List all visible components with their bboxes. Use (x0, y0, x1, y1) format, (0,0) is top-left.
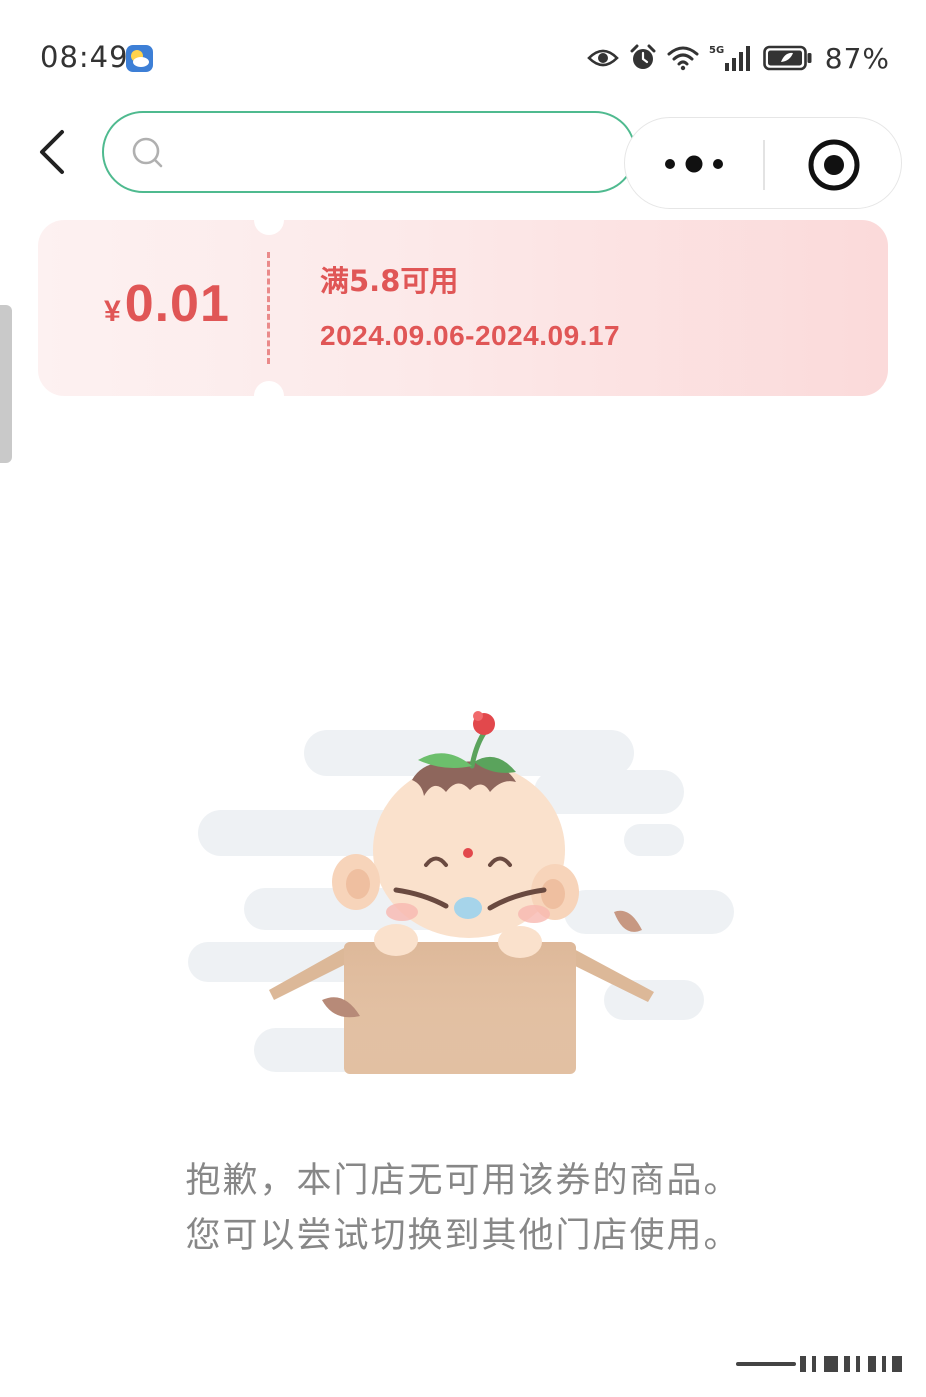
coupon-amount: ¥0.01 (104, 274, 230, 334)
coupon-validity-period: 2024.09.06-2024.09.17 (320, 320, 621, 351)
status-bar: 08:49 5G 87% (0, 0, 926, 110)
cellular-signal-icon: 5G (709, 43, 753, 73)
coupon-divider (267, 252, 270, 364)
capsule-divider (763, 140, 765, 190)
network-type-label: 5G (709, 45, 724, 56)
more-options-button[interactable] (655, 140, 745, 188)
search-input[interactable] (184, 123, 608, 183)
alarm-icon (629, 44, 657, 72)
coupon-value: 0.01 (124, 275, 230, 333)
empty-message-line2: 您可以尝试切换到其他门店使用。 (185, 1216, 741, 1256)
coupon-condition: 满5.8可用 (320, 264, 459, 298)
weather-icon (126, 45, 153, 72)
search-box[interactable] (102, 111, 636, 193)
side-drawer-handle[interactable] (0, 305, 12, 463)
mini-program-capsule (624, 117, 902, 209)
close-mini-program-button[interactable] (805, 136, 863, 194)
coupon-notch-top (254, 220, 284, 235)
target-close-icon (808, 139, 860, 191)
wifi-icon (667, 45, 699, 71)
battery-percentage: 87% (824, 41, 890, 75)
status-indicators: 5G 87% (586, 38, 890, 78)
eye-comfort-icon (586, 47, 619, 69)
chevron-left-icon (40, 130, 64, 174)
home-indicator (736, 1354, 906, 1376)
coupon-card[interactable]: ¥0.01 满5.8可用 2024.09.06-2024.09.17 (38, 220, 888, 396)
more-dots-icon (665, 155, 723, 173)
empty-state-message: 抱歉，本门店无可用该券的商品。 您可以尝试切换到其他门店使用。 (0, 1154, 926, 1264)
coupon-currency: ¥ (104, 295, 121, 328)
empty-message-line1: 抱歉，本门店无可用该券的商品。 (185, 1161, 741, 1201)
baby-in-box-illustration (184, 700, 744, 1090)
status-time: 08:49 (40, 40, 129, 74)
coupon-notch-bottom (254, 381, 284, 396)
battery-icon (762, 45, 813, 71)
search-icon (130, 135, 166, 175)
back-button[interactable] (30, 124, 80, 180)
